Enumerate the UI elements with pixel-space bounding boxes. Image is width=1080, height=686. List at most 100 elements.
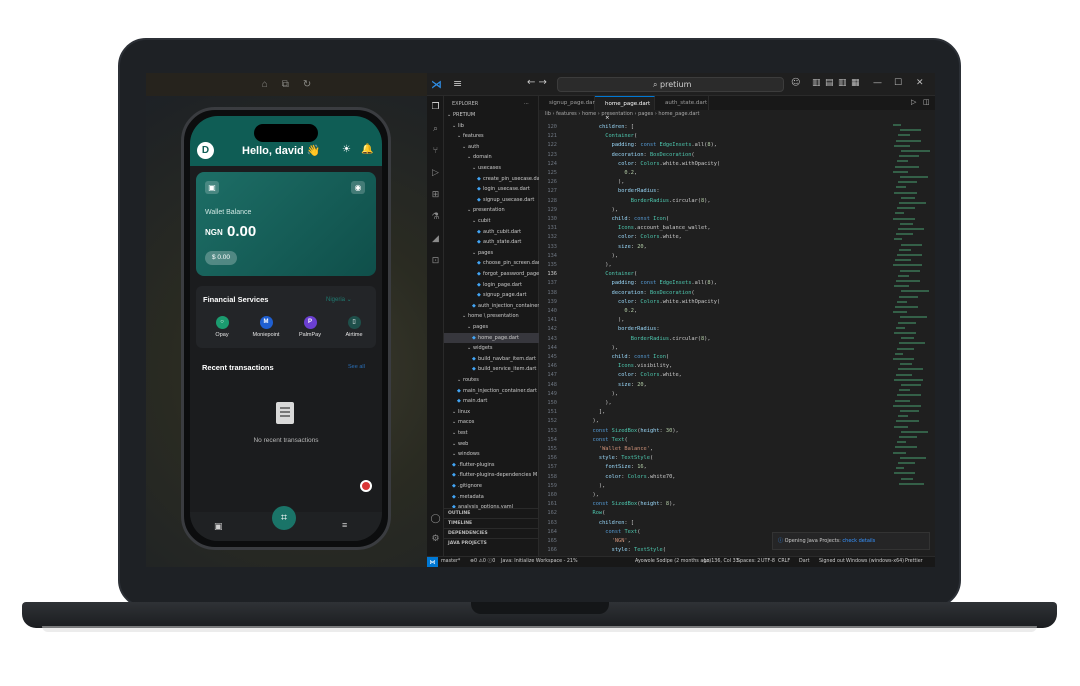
minimize-icon[interactable]: — xyxy=(873,78,882,88)
tree-folder-item[interactable]: ⌄ linux xyxy=(444,407,539,417)
run-debug-icon[interactable]: ▷ xyxy=(430,168,441,178)
customize-layout-icon[interactable]: ▦ xyxy=(851,78,860,88)
code-line[interactable]: padding: const EdgeInsets.all(8), xyxy=(567,280,717,286)
tree-folder-item[interactable]: ⌄ pages xyxy=(444,248,539,258)
tree-file-item[interactable]: ◆auth_injection_container.dart xyxy=(444,301,539,311)
code-line[interactable]: color: Colors.white.withOpacity( xyxy=(567,161,720,167)
tree-folder-item[interactable]: ⌄ web xyxy=(444,439,539,449)
remote-explorer-icon[interactable]: ⊡ xyxy=(430,256,441,266)
code-line[interactable]: const Text( xyxy=(567,529,640,535)
tree-folder-item[interactable]: ⌄ test xyxy=(444,428,539,438)
status-java[interactable]: Java: Initialize Workspace - 21% xyxy=(501,557,578,567)
country-selector[interactable]: Nigeria ⌄ xyxy=(326,296,352,303)
status-branch[interactable]: master* xyxy=(441,557,460,567)
tree-file-item[interactable]: ◆ build_navbar_item.dart xyxy=(444,354,539,364)
remote-indicator-icon[interactable]: ⋈ xyxy=(427,557,438,567)
tree-folder-item[interactable]: ⌄ routes xyxy=(444,375,539,385)
tab-auth-state[interactable]: auth_state.dart xyxy=(655,96,709,110)
code-line[interactable]: ), xyxy=(567,207,618,213)
tree-file-item[interactable]: ◆ home_page.dart xyxy=(444,332,539,343)
explorer-more-icon[interactable]: ··· xyxy=(524,101,529,107)
code-line[interactable]: 'NGN', xyxy=(567,538,631,544)
code-line[interactable]: size: 20, xyxy=(567,244,647,250)
flutter-icon[interactable]: ◢ xyxy=(430,234,441,244)
tree-folder-item[interactable]: ⌄ pages xyxy=(444,322,539,332)
status-formatter[interactable]: Prettier xyxy=(905,557,923,567)
code-line[interactable]: ), xyxy=(567,492,599,498)
rotate-icon[interactable]: ↻ xyxy=(303,79,311,90)
section-timeline[interactable]: TIMELINE xyxy=(444,518,539,528)
theme-toggle-icon[interactable]: ☀ xyxy=(342,144,351,155)
close-icon[interactable]: ✕ xyxy=(916,78,924,88)
tree-folder-item[interactable]: ⌄ lib xyxy=(444,121,539,131)
tree-file-item[interactable]: ◆ main_injection_container.dart xyxy=(444,386,539,396)
layout-panel-icon[interactable]: ▤ xyxy=(825,78,834,88)
tree-folder-item[interactable]: ⌄ presentation xyxy=(444,205,539,215)
code-line[interactable]: ), xyxy=(567,345,618,351)
code-line[interactable]: const SizedBox(height: 8), xyxy=(567,501,676,507)
code-line[interactable]: ), xyxy=(567,391,618,397)
account-icon[interactable]: ◯ xyxy=(430,514,441,524)
notification-bell-icon[interactable]: 🔔 xyxy=(361,144,373,155)
code-line[interactable]: child: const Icon( xyxy=(567,354,669,360)
check-details-link[interactable]: check details xyxy=(842,538,875,544)
tree-file-item[interactable]: ◆ .flutter-plugins-dependencies M xyxy=(444,470,539,480)
code-line[interactable]: color: Colors.white, xyxy=(567,234,682,240)
status-git-blame[interactable]: Ayowole Sodipe (2 months ago) xyxy=(635,557,711,567)
code-line[interactable]: ), xyxy=(567,317,624,323)
code-line[interactable]: padding: const EdgeInsets.all(8), xyxy=(567,142,717,148)
code-line[interactable]: child: const Icon( xyxy=(567,216,669,222)
code-line[interactable]: const Text( xyxy=(567,437,628,443)
code-line[interactable]: decoration: BoxDecoration( xyxy=(567,152,695,158)
tree-folder-item[interactable]: ⌄ windows xyxy=(444,449,539,459)
tree-file-item[interactable]: ◆ signup_page.dart xyxy=(444,290,539,300)
status-indentation[interactable]: Spaces: 2 xyxy=(737,557,760,567)
avatar[interactable]: D xyxy=(197,142,214,159)
run-icon[interactable]: ▷ xyxy=(911,98,916,106)
split-editor-icon[interactable]: ◫ xyxy=(923,98,930,106)
code-line[interactable]: ), xyxy=(567,483,605,489)
tree-file-item[interactable]: ◆ auth_cubit.dart xyxy=(444,227,539,237)
status-language[interactable]: Dart xyxy=(799,557,810,567)
extensions-icon[interactable]: ⊞ xyxy=(430,190,441,200)
tree-file-item[interactable]: ◆ .gitignore xyxy=(444,481,539,491)
code-line[interactable]: style: TextStyle( xyxy=(567,547,666,553)
tree-file-item[interactable]: ◆ main.dart xyxy=(444,396,539,406)
nav-arrows-icon[interactable]: ← → xyxy=(527,77,547,88)
tree-file-item[interactable]: ◆ .flutter-plugins xyxy=(444,460,539,470)
code-line[interactable]: Icons.visibility, xyxy=(567,363,672,369)
breadcrumb[interactable]: lib › features › home › presentation › p… xyxy=(545,111,699,117)
code-line[interactable]: fontSize: 16, xyxy=(567,464,647,470)
service-opay[interactable]: ○ Opay xyxy=(200,316,244,338)
layout-secondary-icon[interactable]: ▥ xyxy=(838,78,847,88)
command-center-search[interactable]: ⌕ pretium xyxy=(557,77,784,92)
code-line[interactable]: borderRadius: xyxy=(567,188,659,194)
code-line[interactable]: const SizedBox(height: 30), xyxy=(567,428,679,434)
code-line[interactable]: ], xyxy=(567,409,605,415)
code-line[interactable]: 'Wallet Balance', xyxy=(567,446,653,452)
code-line[interactable]: ), xyxy=(567,262,611,268)
tree-folder-item[interactable]: ⌄ auth xyxy=(444,142,539,152)
tree-file-item[interactable]: ◆ login_page.dart xyxy=(444,280,539,290)
explorer-icon[interactable]: ❐ xyxy=(430,102,441,112)
code-text[interactable]: children: [ Container( padding: const Ed… xyxy=(567,124,897,558)
code-line[interactable]: decoration: BoxDecoration( xyxy=(567,290,695,296)
section-dependencies[interactable]: DEPENDENCIES xyxy=(444,528,539,538)
code-line[interactable]: ), xyxy=(567,253,618,259)
tree-file-item[interactable]: ◆ choose_pin_screen.dart xyxy=(444,258,539,268)
code-line[interactable]: color: Colors.white.withOpacity( xyxy=(567,299,720,305)
visibility-icon[interactable]: ◉ xyxy=(351,181,365,194)
service-palmpay[interactable]: P PalmPay xyxy=(288,316,332,338)
usd-balance-pill[interactable]: $ 0.00 xyxy=(205,251,237,265)
tree-file-item[interactable]: ◆ .metadata xyxy=(444,492,539,502)
tree-folder-item[interactable]: ⌄ PRETIUM xyxy=(444,110,539,120)
tree-folder-item[interactable]: ⌄ macos xyxy=(444,417,539,427)
code-line[interactable]: 0.2, xyxy=(567,170,637,176)
source-control-icon[interactable]: ⑂ xyxy=(430,146,441,156)
code-line[interactable]: children: [ xyxy=(567,124,634,130)
testing-icon[interactable]: ⚗ xyxy=(430,212,441,222)
tab-signup-page[interactable]: signup_page.dart xyxy=(539,96,597,110)
tab-home-page[interactable]: home_page.dart × xyxy=(595,96,655,121)
tree-file-item[interactable]: ◆ create_pin_usecase.dart xyxy=(444,174,539,184)
menu-nav-icon[interactable]: ≡ xyxy=(342,520,347,530)
